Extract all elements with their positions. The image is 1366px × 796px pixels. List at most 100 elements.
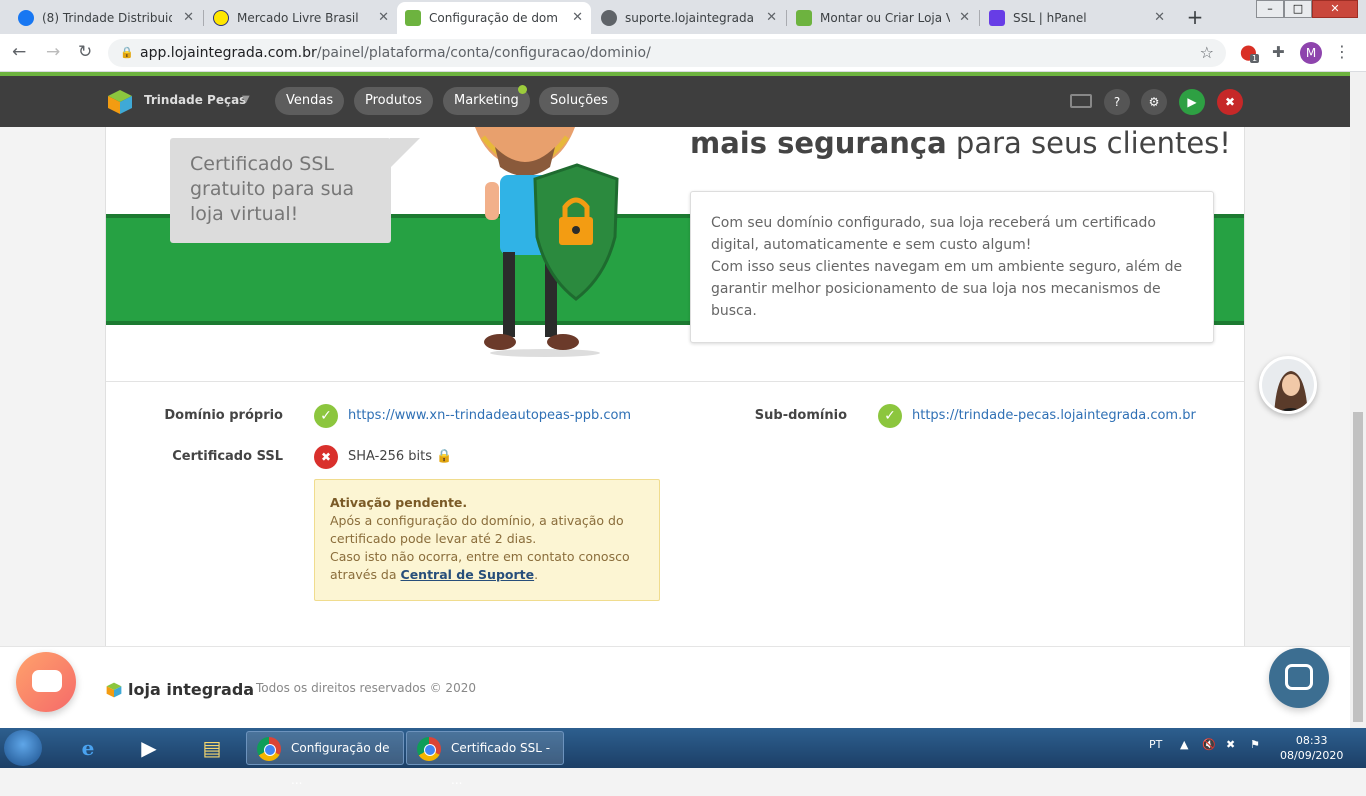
speaker-muted-icon[interactable]: 🔇 [1202,738,1216,751]
url-input[interactable]: 🔒 app.lojaintegrada.com.br/painel/plataf… [108,39,1226,67]
page-scrollbar[interactable] [1350,72,1366,728]
monitor-icon[interactable] [1070,94,1092,108]
bookmark-star-icon[interactable]: ☆ [1200,39,1214,67]
tab-mercadolivre[interactable]: Mercado Livre Brasil ✕ [205,2,397,34]
profile-avatar[interactable]: M [1300,42,1322,64]
page-content: Trindade Peças ▼ Vendas Produtos Marketi… [0,72,1350,728]
network-error-icon[interactable]: ✖ [1226,738,1235,751]
action-center-icon[interactable]: ⚑ [1250,738,1260,751]
language-indicator[interactable]: PT [1149,738,1162,751]
tab-title: SSL | hPanel [1013,11,1087,25]
info-line-1: Com seu domínio configurado, sua loja re… [711,215,1156,253]
close-icon[interactable]: ✕ [959,10,970,25]
chevron-down-icon[interactable]: ▼ [242,94,250,105]
back-icon[interactable]: ← [12,42,26,62]
ssl-value: SHA-256 bits 🔒 [348,449,452,464]
taskbar-chrome-window-1[interactable]: Configuração de ... [246,731,404,787]
footer-brand: loja integrada [128,680,255,699]
ssl-info-box: Com seu domínio configurado, sua loja re… [690,191,1214,343]
lojaintegrada-logo-icon [106,682,122,697]
close-icon[interactable]: ✕ [766,10,777,25]
section-divider [106,381,1244,382]
tab-title: Configuração de domíni [429,11,559,25]
chat-icon [1285,664,1313,690]
ssl-speech-bubble: Certificado SSL gratuito para sua loja v… [170,138,391,243]
gear-icon[interactable]: ⚙ [1141,89,1167,115]
hero-title-bold: mais segurança [690,126,947,160]
alert-line-2-end: . [534,567,539,582]
tray-expand-icon[interactable]: ▲ [1180,738,1188,751]
tab-title: Mercado Livre Brasil [237,11,359,25]
close-icon[interactable]: ✕ [1154,10,1165,25]
window-close-button[interactable]: ✕ [1312,0,1358,18]
menu-vendas[interactable]: Vendas [275,87,345,115]
reload-icon[interactable]: ↻ [78,42,92,62]
store-name[interactable]: Trindade Peças [144,93,246,107]
mercadolivre-icon [213,10,229,26]
menu-produtos[interactable]: Produtos [354,87,433,115]
play-icon[interactable]: ▶ [1179,89,1205,115]
footer-logo[interactable]: loja integrada [106,680,254,699]
clock-date: 08/09/2020 [1280,749,1344,762]
lojaintegrada-icon [796,10,812,26]
lojaintegrada-logo-icon[interactable] [107,89,133,115]
tab-hpanel[interactable]: SSL | hPanel ✕ [981,2,1173,34]
globe-icon [601,10,617,26]
mascot-illustration [475,127,619,357]
subdomain-label: Sub-domínio [754,408,847,423]
close-icon[interactable]: ✕ [183,10,194,25]
check-icon: ✓ [878,404,902,428]
file-explorer-icon[interactable]: ▤ [196,732,228,764]
minimize-button[interactable]: – [1256,0,1284,18]
puzzle-icon[interactable]: ✚ [1272,43,1285,61]
menu-dots-icon[interactable]: ⋮ [1334,42,1350,61]
address-bar: ← → ↻ 🔒 app.lojaintegrada.com.br/painel/… [0,34,1366,72]
tab-separator [786,10,787,26]
chrome-icon [417,737,441,761]
system-clock[interactable]: 08:33 08/09/2020 [1280,733,1343,763]
hostinger-icon [989,10,1005,26]
info-line-2: Com isso seus clientes navegam em um amb… [711,259,1183,319]
tab-facebook[interactable]: (8) Trindade Distribuidor ✕ [10,2,202,34]
intercom-chat-button[interactable] [1269,648,1329,708]
notification-dot [517,85,527,94]
window-controls: – □ ✕ [1256,0,1358,18]
close-icon[interactable]: ✕ [378,10,389,25]
close-icon[interactable]: ✕ [572,10,583,25]
tab-suporte[interactable]: suporte.lojaintegrada.co ✕ [593,2,785,34]
tab-title: suporte.lojaintegrada.co [625,11,755,25]
error-x-icon: ✖ [314,445,338,469]
menu-marketing[interactable]: Marketing [443,85,530,115]
tab-montar-loja[interactable]: Montar ou Criar Loja Virt ✕ [788,2,978,34]
pending-activation-alert: Ativação pendente. Após a configuração d… [314,479,660,601]
chat-widget-button[interactable] [16,652,76,712]
task-label: Certificado SSL - ... [451,741,551,787]
support-agent-avatar[interactable] [1259,356,1317,414]
task-label: Configuração de ... [291,741,390,787]
internet-explorer-icon[interactable]: e [72,732,104,764]
windows-taskbar: e ▶ ▤ Configuração de ... Certificado SS… [0,728,1366,787]
tab-configuracao-dominio[interactable]: Configuração de domíni ✕ [397,2,591,34]
new-tab-button[interactable]: + [1182,5,1208,31]
tab-title: Montar ou Criar Loja Virt [820,11,950,25]
agent-portrait-icon [1274,371,1308,411]
own-domain-link[interactable]: https://www.xn--trindadeautopeas-ppb.com [348,408,631,423]
menu-solucoes[interactable]: Soluções [539,87,619,115]
scrollbar-thumb[interactable] [1353,412,1363,722]
tab-title: (8) Trindade Distribuidor [42,11,172,25]
forward-icon[interactable]: → [46,42,60,62]
facebook-icon [18,10,34,26]
maximize-button[interactable]: □ [1284,0,1312,18]
subdomain-link[interactable]: https://trindade-pecas.lojaintegrada.com… [912,408,1196,423]
close-icon[interactable]: ✖ [1217,89,1243,115]
media-player-icon[interactable]: ▶ [133,732,165,764]
check-icon: ✓ [314,404,338,428]
chat-bubble-icon [32,670,62,692]
support-center-link[interactable]: Central de Suporte [401,567,535,582]
page-footer: loja integrada Todos os direitos reserva… [0,646,1350,728]
windows-start-button[interactable] [4,730,42,766]
hero-title-rest: para seus clientes! [946,126,1231,160]
clock-time: 08:33 [1295,734,1328,747]
help-icon[interactable]: ? [1104,89,1130,115]
taskbar-chrome-window-2[interactable]: Certificado SSL - ... [406,731,564,787]
